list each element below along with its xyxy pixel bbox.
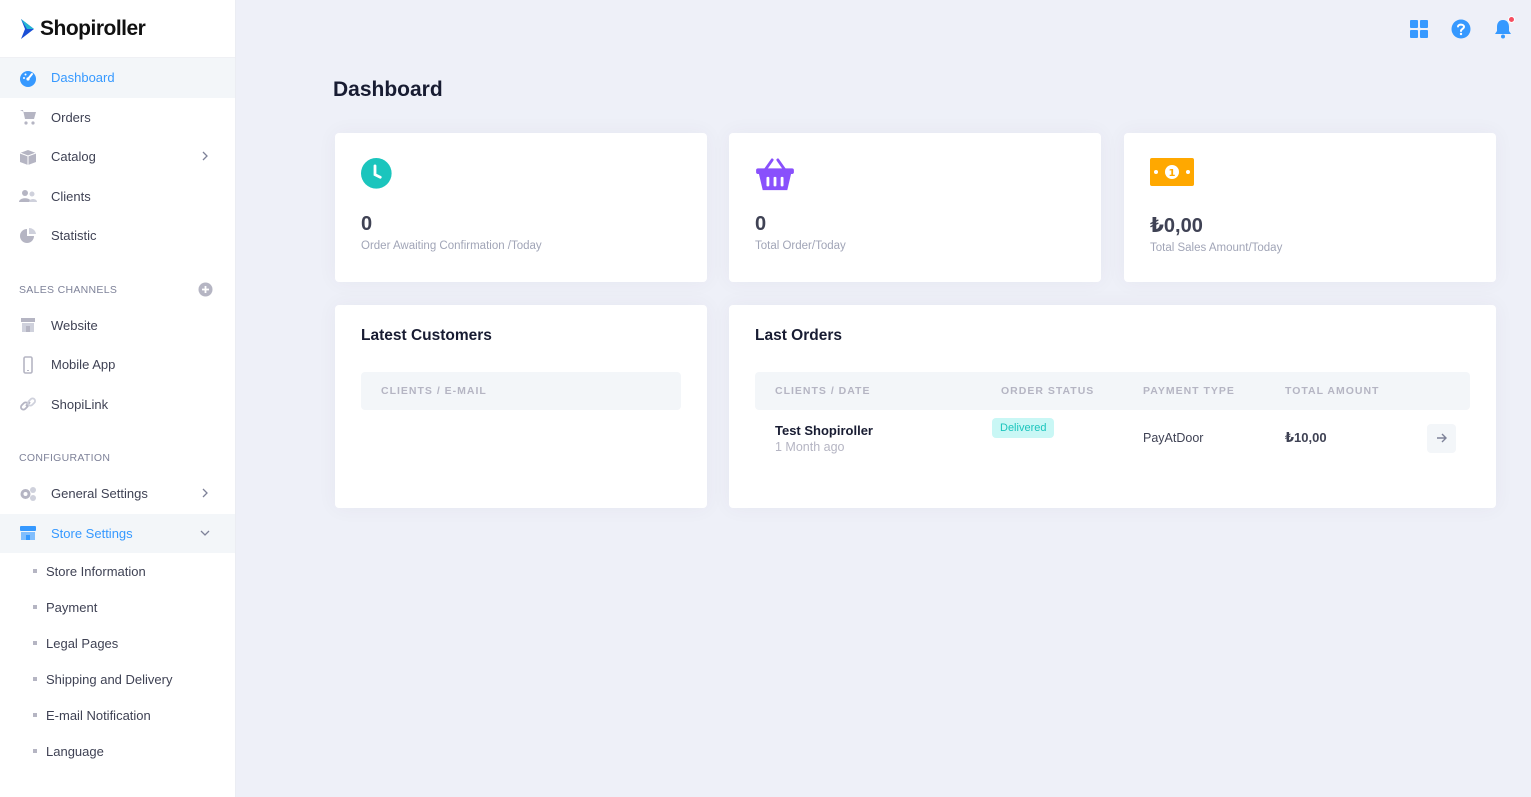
chevron-down-icon (200, 530, 210, 536)
sub-item-store-information[interactable]: Store Information (0, 553, 235, 589)
latest-customers-card: Latest Customers CLIENTS / E-MAIL (335, 305, 707, 508)
sidebar-item-website[interactable]: Website (0, 306, 235, 346)
sidebar-item-catalog[interactable]: Catalog (0, 137, 235, 177)
link-icon (19, 395, 37, 413)
view-order-button[interactable] (1427, 423, 1456, 453)
column-header-clients-date: CLIENTS / DATE (775, 385, 871, 397)
chevron-right-icon (202, 488, 208, 498)
order-client-cell: Test Shopiroller 1 Month ago (755, 423, 992, 454)
stat-value: ₺0,00 (1150, 215, 1203, 237)
clock-icon (361, 158, 392, 189)
header-toolbar (1409, 16, 1515, 40)
dashboard-icon (19, 69, 37, 87)
stat-card-total-order: 0 Total Order/Today (729, 133, 1101, 282)
stat-value: 0 (755, 213, 767, 235)
sub-item-payment[interactable]: Payment (0, 589, 235, 625)
sub-item-language[interactable]: Language (0, 733, 235, 769)
sidebar-item-label: Website (51, 317, 98, 333)
store-icon (19, 316, 37, 334)
stat-value: 0 (361, 213, 373, 235)
bullet-icon (33, 641, 37, 645)
bullet-icon (33, 713, 37, 717)
order-payment-type: PayAtDoor (1143, 431, 1204, 445)
main-menu: Dashboard Orders Catalog Clients Statist… (0, 58, 235, 256)
latest-customers-table-header: CLIENTS / E-MAIL (361, 372, 681, 410)
stat-label: Total Sales Amount/Today (1150, 242, 1283, 254)
column-header-total-amount: TOTAL AMOUNT (1285, 385, 1380, 397)
column-header-order-status: ORDER STATUS (1001, 385, 1095, 397)
last-orders-card: Last Orders CLIENTS / DATE ORDER STATUS … (729, 305, 1496, 508)
section-title-configuration: CONFIGURATION (19, 452, 111, 464)
sidebar-item-orders[interactable]: Orders (0, 98, 235, 138)
latest-customers-title: Latest Customers (361, 327, 492, 344)
last-orders-title: Last Orders (755, 327, 843, 344)
grid-icon[interactable] (1409, 18, 1429, 40)
order-total-amount: ₺10,00 (1285, 430, 1327, 445)
logo[interactable]: Shopiroller (0, 0, 235, 58)
sidebar-item-label: ShopiLink (51, 396, 109, 412)
pie-chart-icon (19, 227, 37, 245)
bullet-icon (33, 605, 37, 609)
brand-name: Shopiroller (40, 16, 146, 40)
logo-icon (21, 18, 34, 39)
help-icon[interactable] (1451, 18, 1471, 40)
sidebar-item-label: Statistic (51, 228, 97, 244)
order-client-name[interactable]: Test Shopiroller (775, 423, 992, 438)
sidebar-item-statistic[interactable]: Statistic (0, 216, 235, 256)
bullet-icon (33, 749, 37, 753)
bullet-icon (33, 569, 37, 573)
order-status-cell: Delivered (992, 418, 1143, 448)
bullet-icon (33, 677, 37, 681)
add-channel-icon[interactable] (198, 282, 213, 297)
store-settings-submenu: Store Information Payment Legal Pages Sh… (0, 553, 235, 769)
gears-icon (19, 485, 37, 503)
sales-channels-menu: Website Mobile App ShopiLink (0, 306, 235, 425)
status-badge: Delivered (992, 418, 1055, 438)
notification-dot (1508, 16, 1515, 23)
sidebar-item-label: General Settings (51, 486, 148, 502)
bell-icon[interactable] (1493, 16, 1515, 40)
sub-item-legal-pages[interactable]: Legal Pages (0, 625, 235, 661)
section-title-sales-channels: SALES CHANNELS (0, 256, 235, 306)
stat-card-awaiting: 0 Order Awaiting Confirmation /Today (335, 133, 707, 282)
basket-icon (756, 158, 794, 191)
sidebar-item-general-settings[interactable]: General Settings (0, 474, 235, 514)
sidebar-item-dashboard[interactable]: Dashboard (0, 58, 235, 98)
money-icon: 1 (1150, 158, 1194, 186)
sidebar-item-label: Store Settings (51, 525, 133, 541)
phone-icon (19, 355, 37, 374)
arrow-right-icon (1436, 433, 1447, 443)
sidebar-item-label: Clients (51, 188, 91, 204)
configuration-menu: General Settings Store Settings (0, 474, 235, 553)
page-title: Dashboard (333, 78, 443, 101)
sidebar-item-label: Mobile App (51, 357, 116, 373)
cart-icon (19, 108, 37, 126)
users-icon (19, 187, 37, 205)
sidebar: Shopiroller Dashboard Orders Catalog Cli… (0, 0, 236, 797)
stat-label: Total Order/Today (755, 240, 846, 252)
stat-label: Order Awaiting Confirmation /Today (361, 240, 542, 252)
sidebar-item-label: Orders (51, 109, 91, 125)
table-row: Test Shopiroller 1 Month ago Delivered P… (755, 410, 1470, 466)
sidebar-item-label: Dashboard (51, 70, 115, 86)
last-orders-table-header: CLIENTS / DATE ORDER STATUS PAYMENT TYPE… (755, 372, 1470, 410)
stat-card-total-sales: 1 ₺0,00 Total Sales Amount/Today (1124, 133, 1496, 282)
sidebar-item-store-settings[interactable]: Store Settings (0, 513, 235, 553)
order-date: 1 Month ago (775, 439, 845, 454)
storefront-icon (19, 524, 37, 542)
svg-text:1: 1 (1169, 168, 1176, 179)
sidebar-item-mobile-app[interactable]: Mobile App (0, 345, 235, 385)
column-header-clients-email: CLIENTS / E-MAIL (381, 385, 487, 397)
box-icon (19, 148, 37, 166)
sub-item-shipping-delivery[interactable]: Shipping and Delivery (0, 661, 235, 697)
column-header-payment-type: PAYMENT TYPE (1143, 385, 1235, 397)
chevron-right-icon (202, 151, 208, 161)
sub-item-email-notification[interactable]: E-mail Notification (0, 697, 235, 733)
sidebar-item-shopilink[interactable]: ShopiLink (0, 385, 235, 425)
sidebar-item-clients[interactable]: Clients (0, 177, 235, 217)
sidebar-item-label: Catalog (51, 149, 96, 165)
